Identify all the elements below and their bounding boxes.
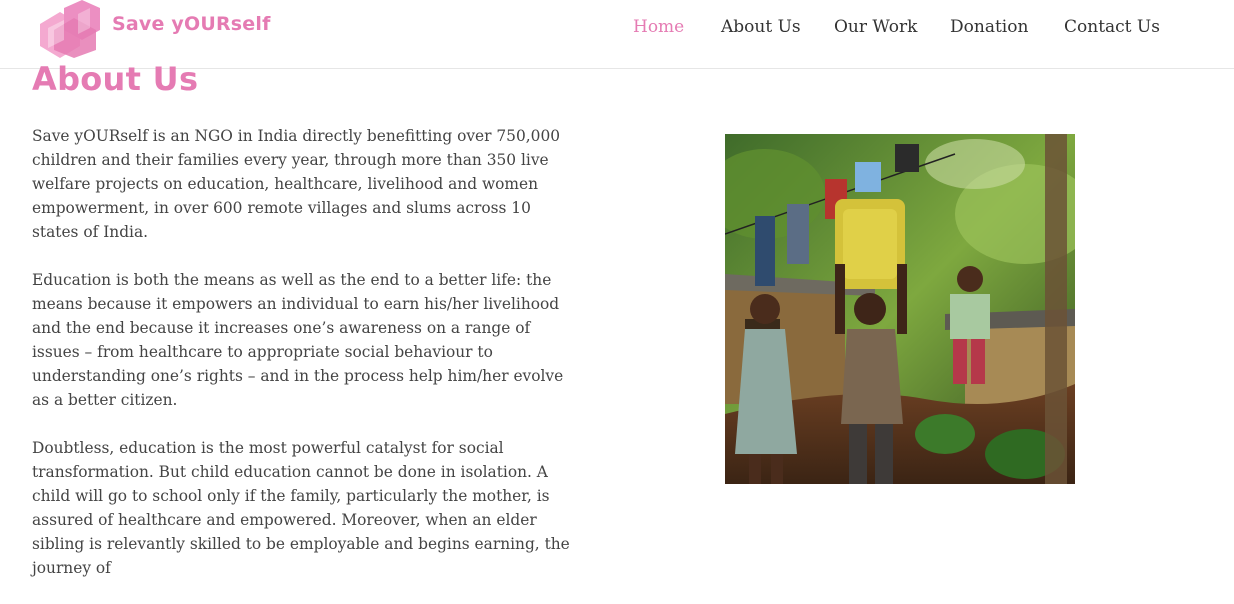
logo-hexagon-icon bbox=[40, 0, 100, 58]
nav-item-home[interactable]: Home bbox=[633, 17, 684, 37]
about-paragraph: Save yOURself is an NGO in India directl… bbox=[32, 127, 561, 241]
nav-item-our-work[interactable]: Our Work bbox=[834, 17, 917, 37]
nav-item-donation[interactable]: Donation bbox=[950, 17, 1028, 37]
site-logo[interactable]: Save yOURself bbox=[34, 0, 274, 60]
top-navigation-bar: Save yOURself Home About Us Our Work Don… bbox=[0, 0, 1234, 69]
page-title: About Us bbox=[32, 60, 199, 98]
about-paragraph: Doubtless, education is the most powerfu… bbox=[32, 439, 570, 577]
children-photo bbox=[725, 134, 1075, 484]
nav-item-about-us[interactable]: About Us bbox=[721, 17, 801, 37]
about-paragraph: Education is both the means as well as t… bbox=[32, 271, 564, 409]
logo-text: Save yOURself bbox=[112, 13, 271, 35]
about-text: Save yOURself is an NGO in India directl… bbox=[32, 124, 582, 604]
nav-item-contact-us[interactable]: Contact Us bbox=[1064, 17, 1160, 37]
